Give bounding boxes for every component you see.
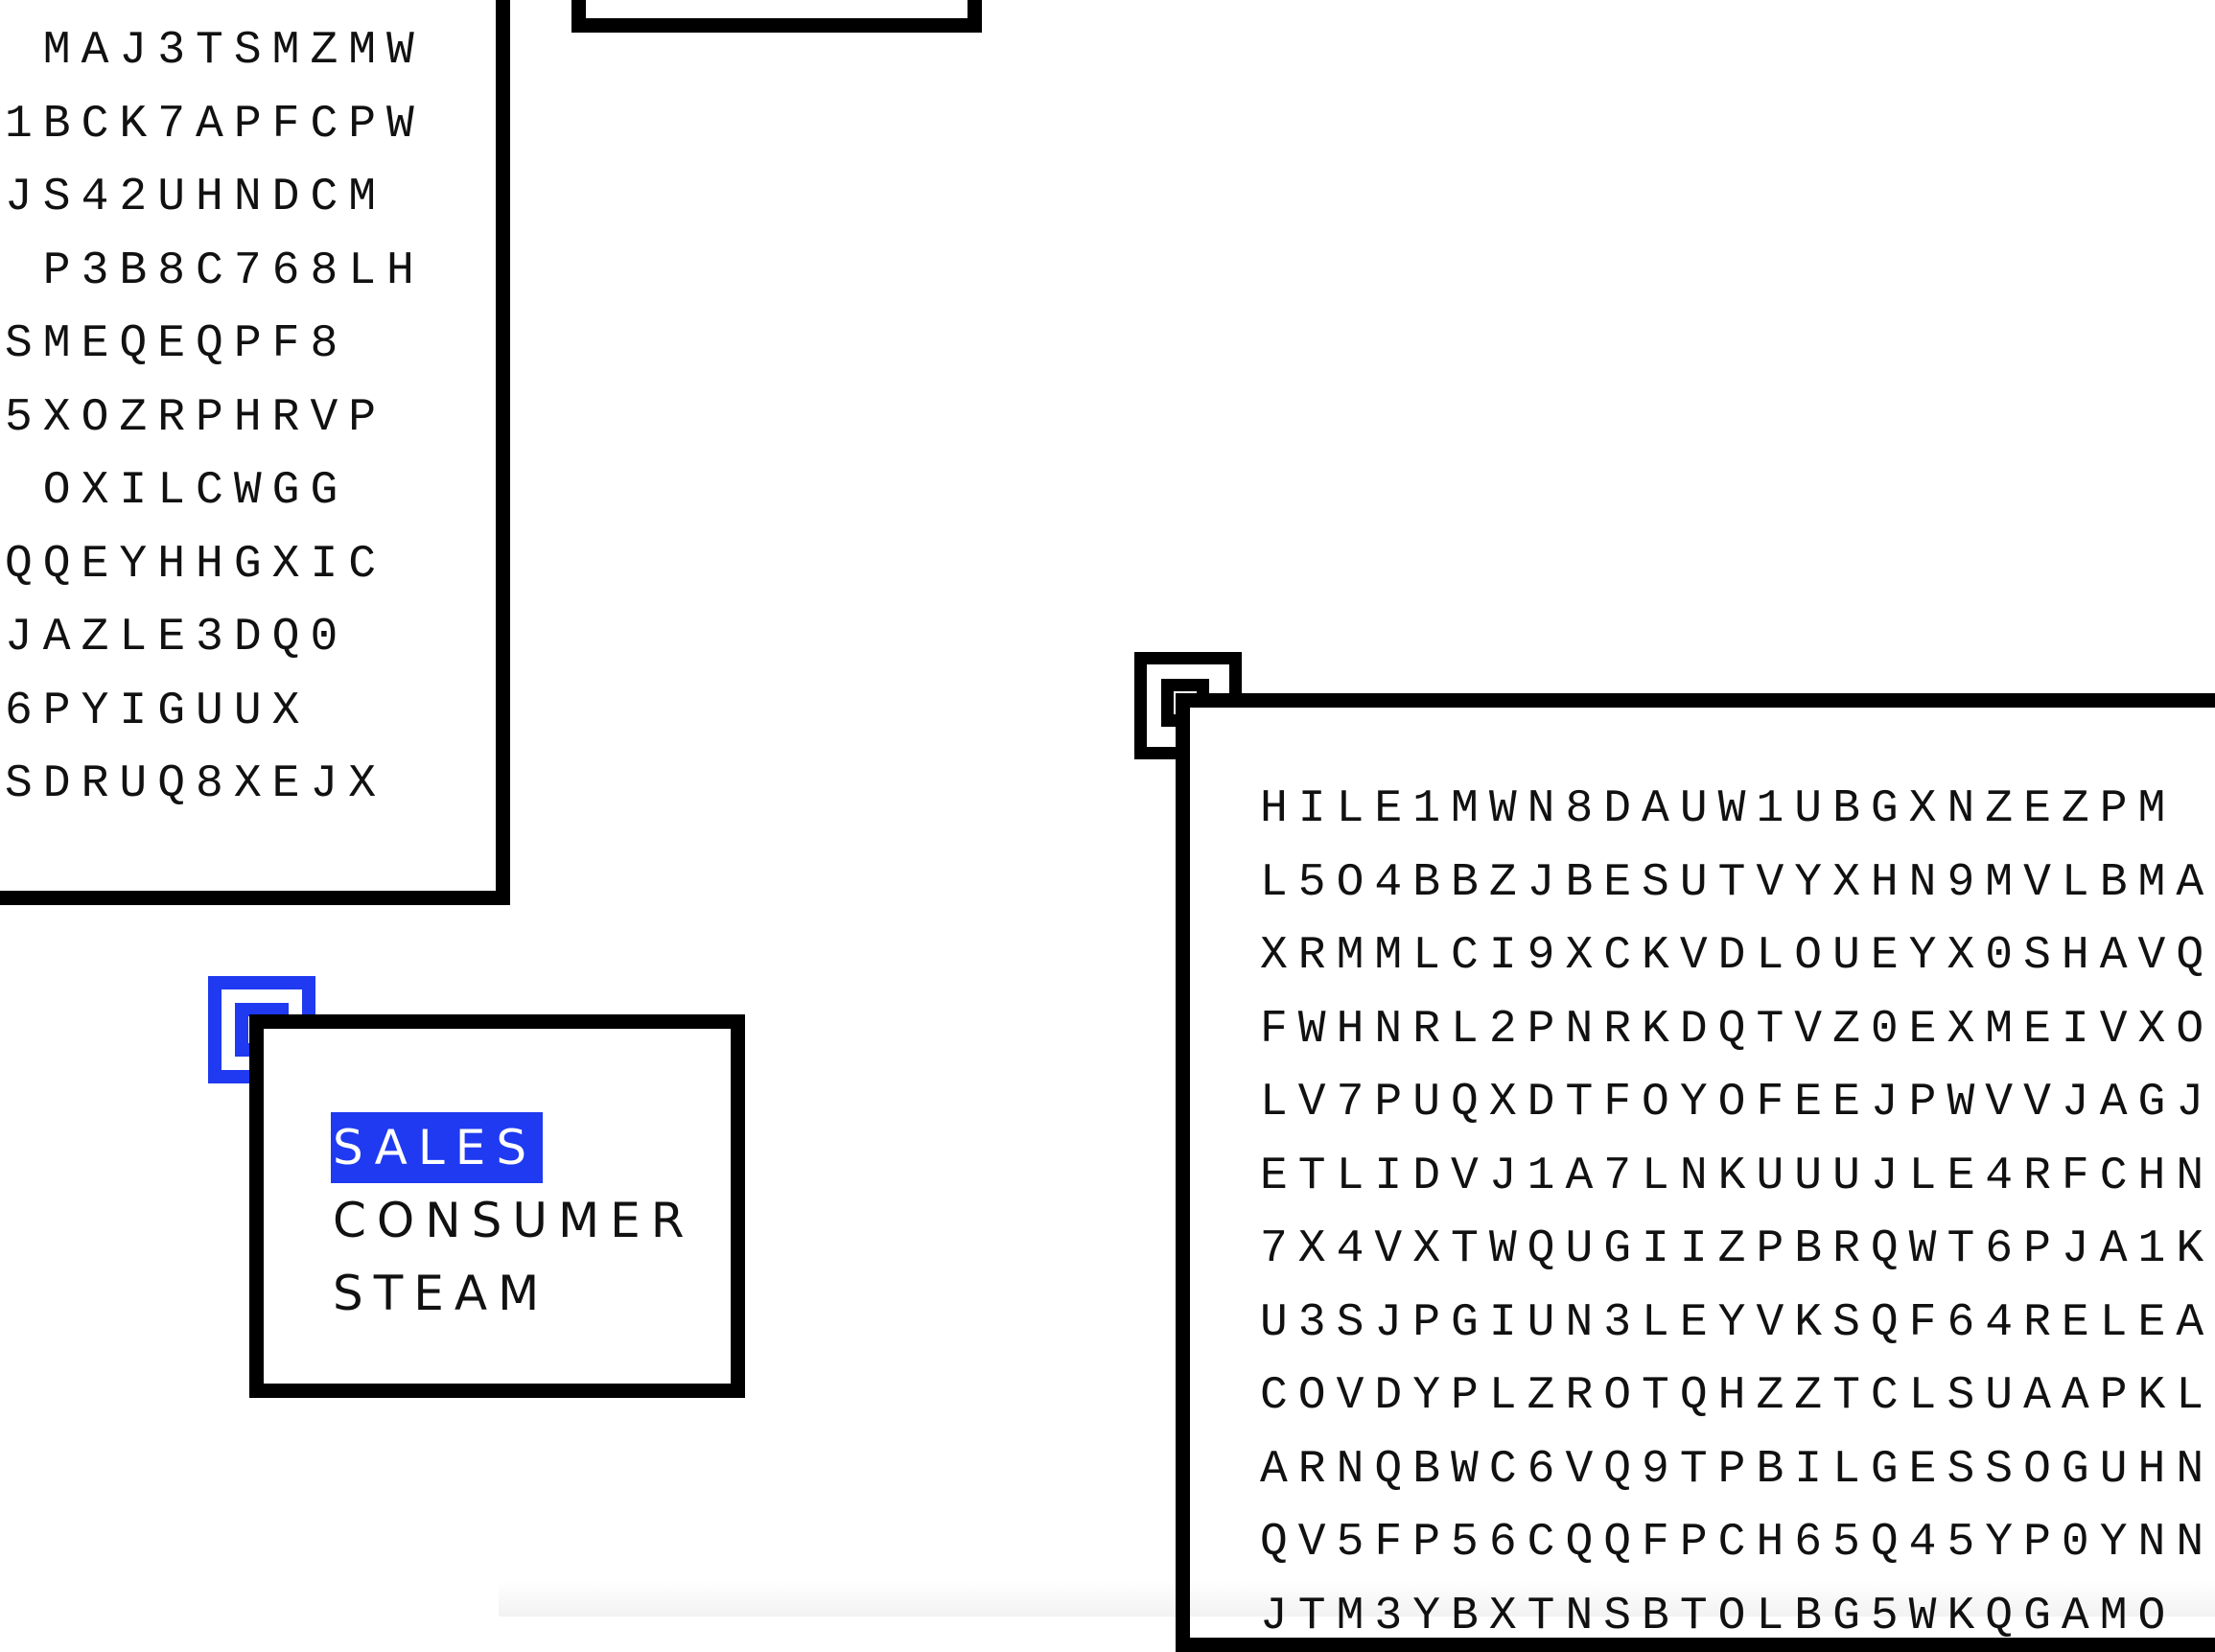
menu-item-sales[interactable]: SALES — [331, 1112, 544, 1183]
top-left-panel-text: MAJ3TSMZMW 1BCK7APFCPW JS42UHNDCM P3B8C7… — [5, 25, 425, 810]
menu-item-consumer[interactable]: CONSUMER — [331, 1185, 700, 1256]
main-text-panel: HILE1MWN8DAUW1UBGXNZEZPM L5O4BBZJBESUTVY… — [1176, 693, 2215, 1652]
menu-panel: SALES CONSUMER STEAM — [249, 1014, 745, 1398]
top-small-box — [571, 0, 982, 33]
top-left-text-panel: MAJ3TSMZMW 1BCK7APFCPW JS42UHNDCM P3B8C7… — [0, 0, 510, 905]
menu-item-steam[interactable]: STEAM — [331, 1258, 555, 1329]
main-panel-text: HILE1MWN8DAUW1UBGXNZEZPM L5O4BBZJBESUTVY… — [1260, 783, 2215, 1642]
